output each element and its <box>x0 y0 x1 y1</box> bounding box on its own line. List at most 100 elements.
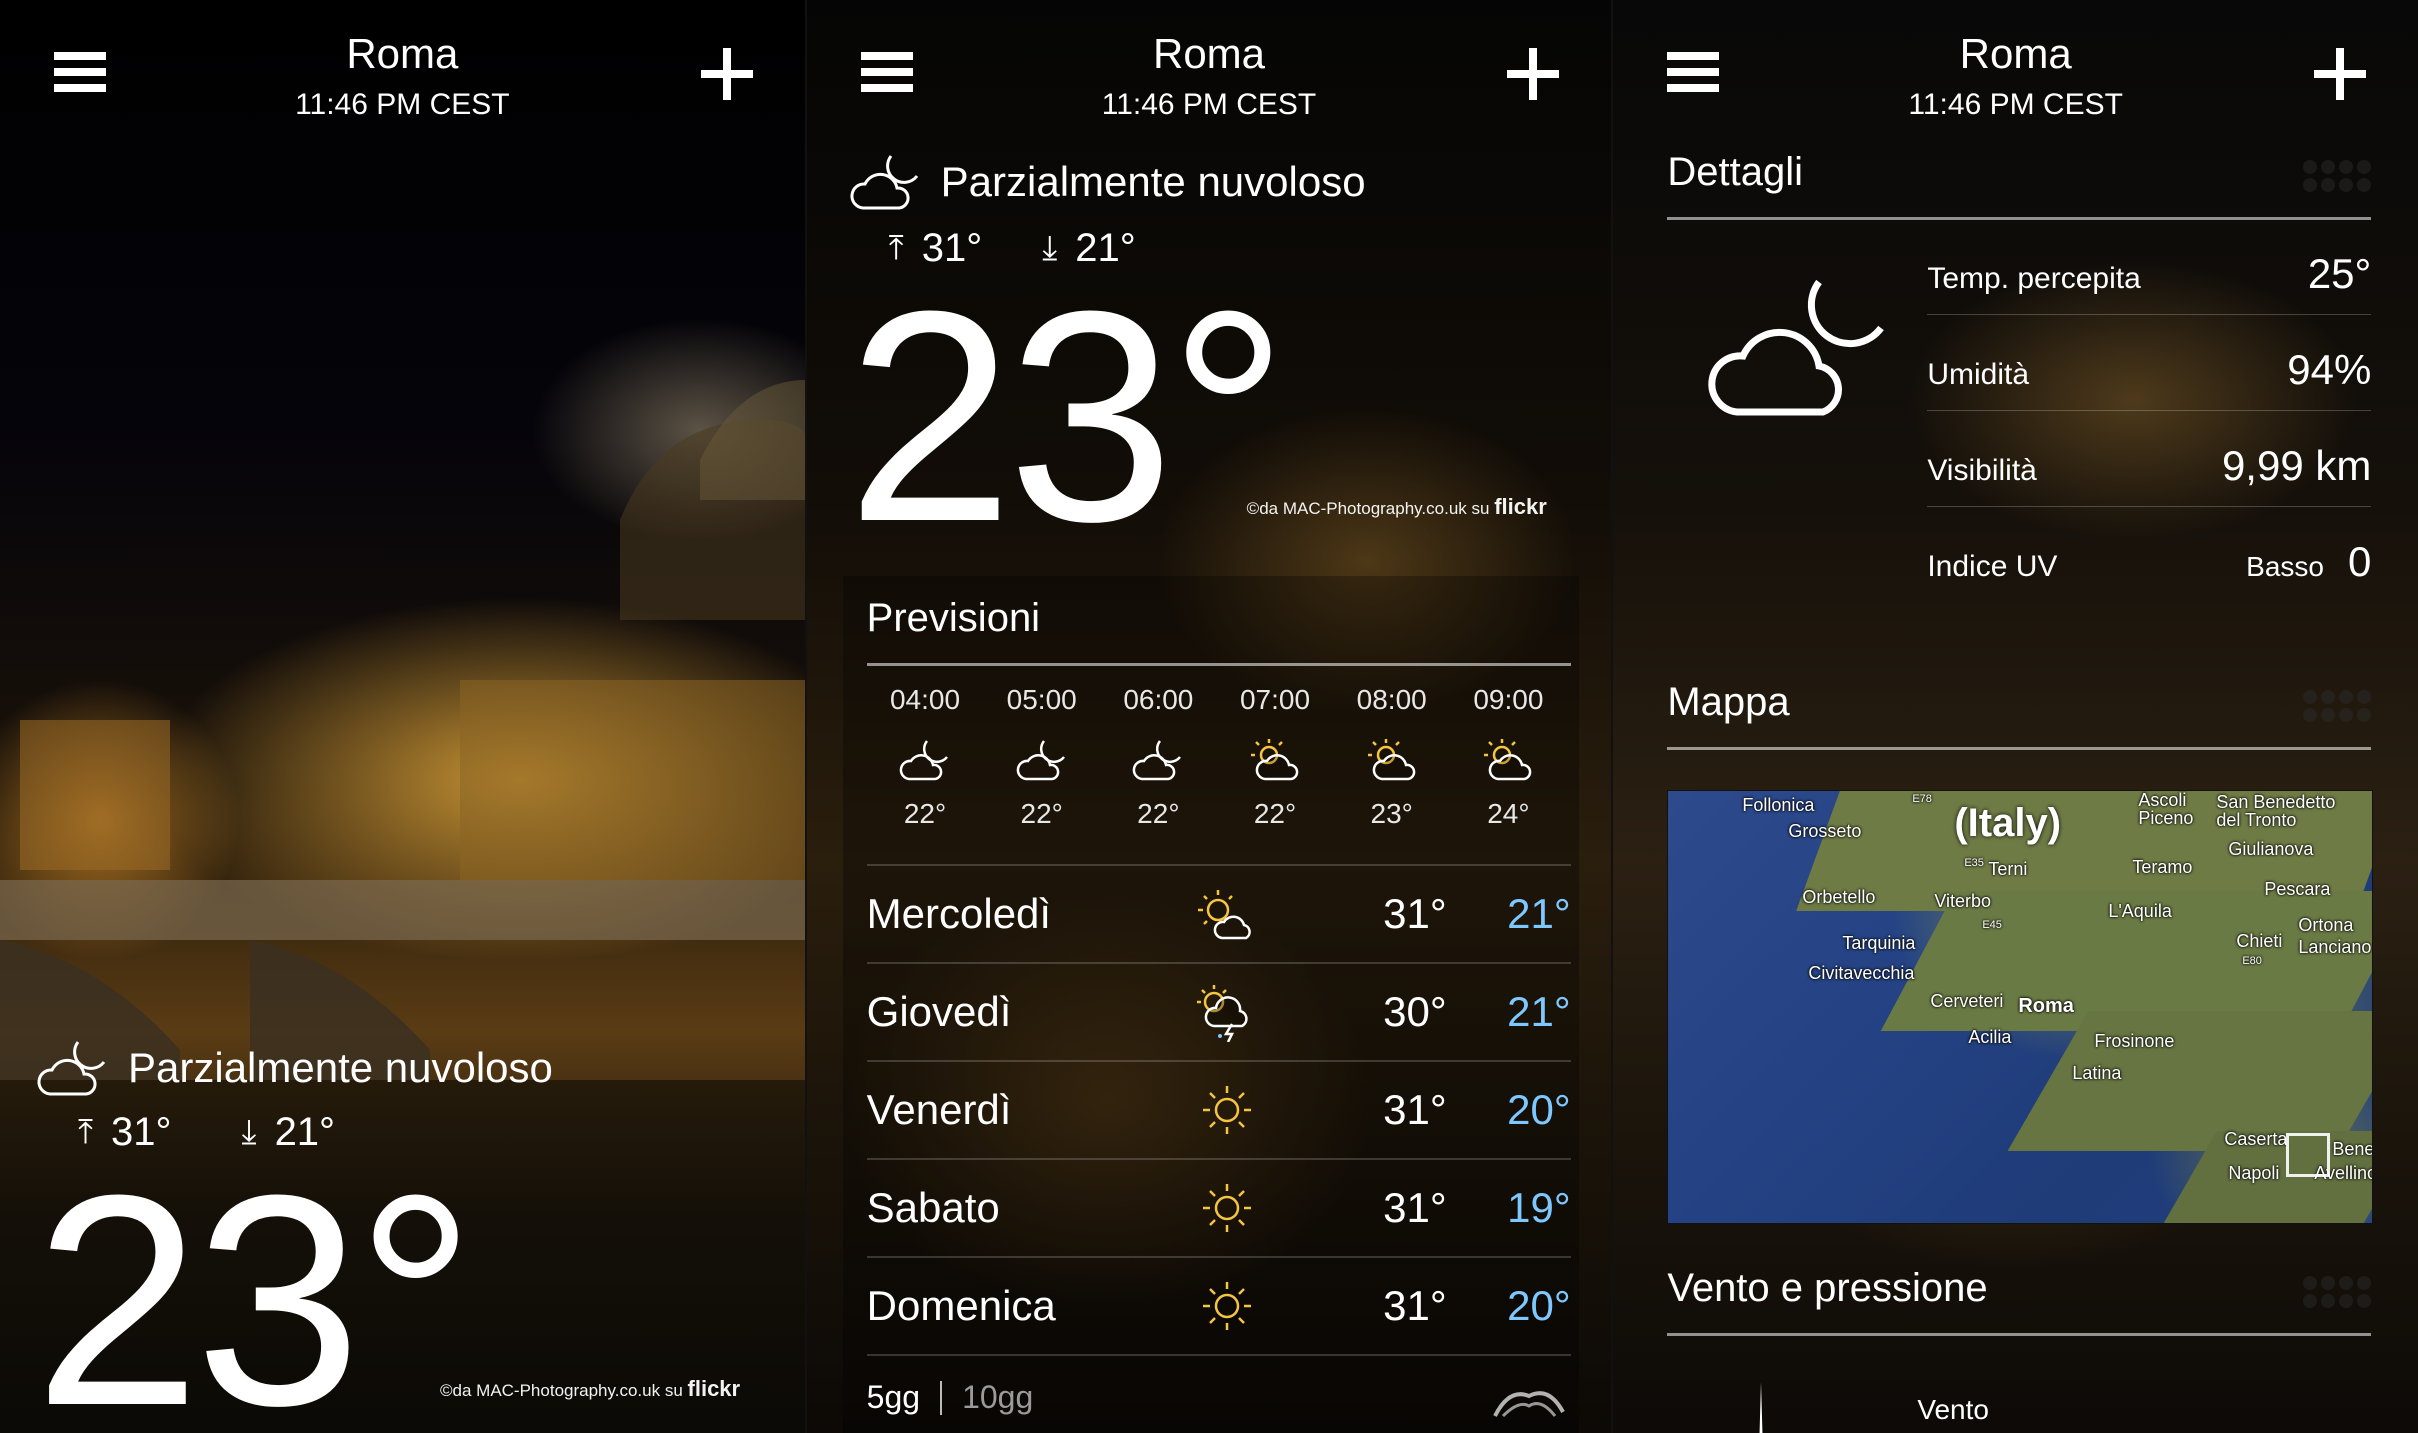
visibility-value: 9,99 km <box>2221 442 2372 489</box>
day-name: Giovedì <box>866 988 1012 1035</box>
hour-time: 09:00 <box>1473 684 1544 715</box>
feels-like-label: Temp. percepita <box>1927 262 2141 295</box>
forecast-panel: Previsioni 04:00 22° 05:00 22° 06:00 22°… <box>842 576 1579 1433</box>
map-label: Ortona <box>2298 915 2354 935</box>
drag-handle-icon[interactable] <box>2303 1276 2372 1308</box>
day-row[interactable]: Giovedì 30° 21° <box>866 962 1571 1060</box>
map-label: Orbetello <box>1802 887 1876 907</box>
day-high: 31° <box>1383 1086 1447 1133</box>
moon-icon <box>867 724 984 794</box>
add-location-icon[interactable] <box>700 48 753 100</box>
day-row[interactable]: Venerdì 31° 20° <box>866 1060 1571 1158</box>
map-label: Giulianova <box>2228 839 2314 859</box>
map-label-italy: (Italy) <box>1954 801 2062 845</box>
day-name: Sabato <box>866 1184 1000 1231</box>
hour-time: 08:00 <box>1356 684 1427 715</box>
forecast-range-tabs: 5gg 10gg <box>867 1379 1034 1416</box>
credit-text: ©da MAC-Photography.co.uk su <box>440 1381 683 1400</box>
map-label: Napoli <box>2228 1163 2280 1183</box>
daily-forecast: Mercoledì 31° 21° Giovedì 30° 21° Venerd… <box>866 864 1571 1356</box>
uv-value: Basso 0 <box>2246 538 2371 586</box>
map-label: Grosseto <box>1788 821 1862 841</box>
city-name: Roma <box>1152 30 1266 77</box>
map-road-label: E35 <box>1964 857 1984 869</box>
wind-turbine-icon <box>1759 1382 1763 1433</box>
divider <box>866 1354 1571 1356</box>
day-low: 20° <box>1507 1086 1571 1133</box>
local-time: 11:46 PM CEST <box>1101 88 1317 121</box>
day-row[interactable]: Mercoledì 31° 21° <box>866 864 1571 962</box>
hour-time: 04:00 <box>889 684 961 715</box>
day-low: 21° <box>1507 988 1571 1035</box>
hour-time: 06:00 <box>1123 684 1194 715</box>
divider <box>1667 1333 2372 1336</box>
wunderground-logo-icon[interactable] <box>1489 1382 1569 1426</box>
city-name: Roma <box>346 30 459 77</box>
map-label: Civitavecchia <box>1808 963 1915 983</box>
map-label: Pescara <box>2264 879 2331 899</box>
sun-cloud-icon <box>1333 724 1450 794</box>
hour-time: 05:00 <box>1006 684 1077 715</box>
add-location-icon[interactable] <box>2314 48 2367 100</box>
tab-10-days[interactable]: 10gg <box>962 1379 1033 1416</box>
day-high: 31° <box>1383 890 1447 937</box>
divider <box>866 663 1571 666</box>
map-view[interactable]: (Italy) Follonica Grosseto Ascoli Piceno… <box>1667 790 2374 1224</box>
day-name: Domenica <box>866 1282 1056 1329</box>
map-label: Caserta <box>2224 1129 2288 1149</box>
credit-text: ©da MAC-Photography.co.uk su <box>1246 499 1490 518</box>
wind-section: Vento e pressione Vento <box>1667 1266 2372 1433</box>
drag-handle-icon[interactable] <box>2303 690 2372 722</box>
map-label: Acilia <box>1968 1027 2012 1047</box>
divider <box>1667 747 2372 750</box>
hour-item: 07:00 22° <box>1217 684 1334 830</box>
hour-time: 07:00 <box>1239 684 1311 715</box>
hour-item: 05:00 22° <box>983 684 1100 830</box>
hour-temp: 22° <box>1137 798 1180 829</box>
flickr-logo: flickr <box>687 1376 741 1401</box>
hour-item: 06:00 22° <box>1100 684 1217 830</box>
day-low: 19° <box>1507 1184 1571 1231</box>
screen-current: Roma 11:46 PM CEST Parzialmente nuvoloso… <box>0 0 805 1433</box>
condition-text: Parzialmente nuvoloso <box>128 1044 553 1091</box>
visibility-label: Visibilità <box>1927 454 2037 487</box>
sun-icon <box>1177 1178 1277 1238</box>
day-name: Venerdì <box>866 1086 1012 1133</box>
map-label: San Benedetto del Tronto <box>2216 792 2336 830</box>
tab-5-days[interactable]: 5gg <box>867 1379 920 1416</box>
uv-label: Indice UV <box>1927 550 2058 583</box>
sun-cloud-icon <box>1450 724 1567 794</box>
visibility-row: Visibilità 9,99 km <box>1927 442 2372 507</box>
uv-desc: Basso <box>2246 551 2324 582</box>
uv-row: Indice UV Basso 0 <box>1927 538 2371 602</box>
expand-map-icon[interactable] <box>2286 1133 2331 1177</box>
day-row[interactable]: Domenica 31° 20° <box>866 1256 1571 1354</box>
photo-credit[interactable]: ©da MAC-Photography.co.uk su flickr <box>440 1376 740 1402</box>
partly-cloudy-night-icon <box>37 1041 106 1096</box>
photo-credit[interactable]: ©da MAC-Photography.co.uk su flickr <box>1247 494 1547 520</box>
partly-cloudy-night-icon <box>850 155 918 210</box>
current-temp: 23° <box>34 1132 476 1433</box>
uv-number: 0 <box>2347 538 2372 585</box>
drag-handle-icon[interactable] <box>2303 160 2372 192</box>
map-label: Latina <box>2072 1063 2122 1083</box>
map-label: Terni <box>1988 859 2028 879</box>
hourly-forecast[interactable]: 04:00 22° 05:00 22° 06:00 22° 07:00 22° … <box>867 684 1567 830</box>
add-location-icon[interactable] <box>1507 48 1560 100</box>
map-label-roma: Roma <box>2018 995 2074 1017</box>
map-label: Ascoli Piceno <box>2138 790 2194 828</box>
local-time: 11:46 PM CEST <box>295 88 510 121</box>
hour-temp: 22° <box>903 798 947 829</box>
moon-icon <box>983 724 1100 794</box>
day-row[interactable]: Sabato 31° 19° <box>866 1158 1571 1256</box>
header: Roma 11:46 PM CEST <box>1613 0 2418 140</box>
day-name: Mercoledì <box>866 890 1052 937</box>
moon-icon <box>1100 724 1217 794</box>
map-road-label: E80 <box>2242 955 2262 967</box>
sun-icon <box>1177 1276 1277 1336</box>
condition-text: Parzialmente nuvoloso <box>940 158 1366 205</box>
details-title: Dettagli <box>1667 150 1803 194</box>
day-high: 31° <box>1383 1184 1447 1231</box>
humidity-row: Umidità 94% <box>1927 346 2372 411</box>
screen-forecast: Roma 11:46 PM CEST Parzialmente nuvoloso… <box>804 0 1612 1433</box>
